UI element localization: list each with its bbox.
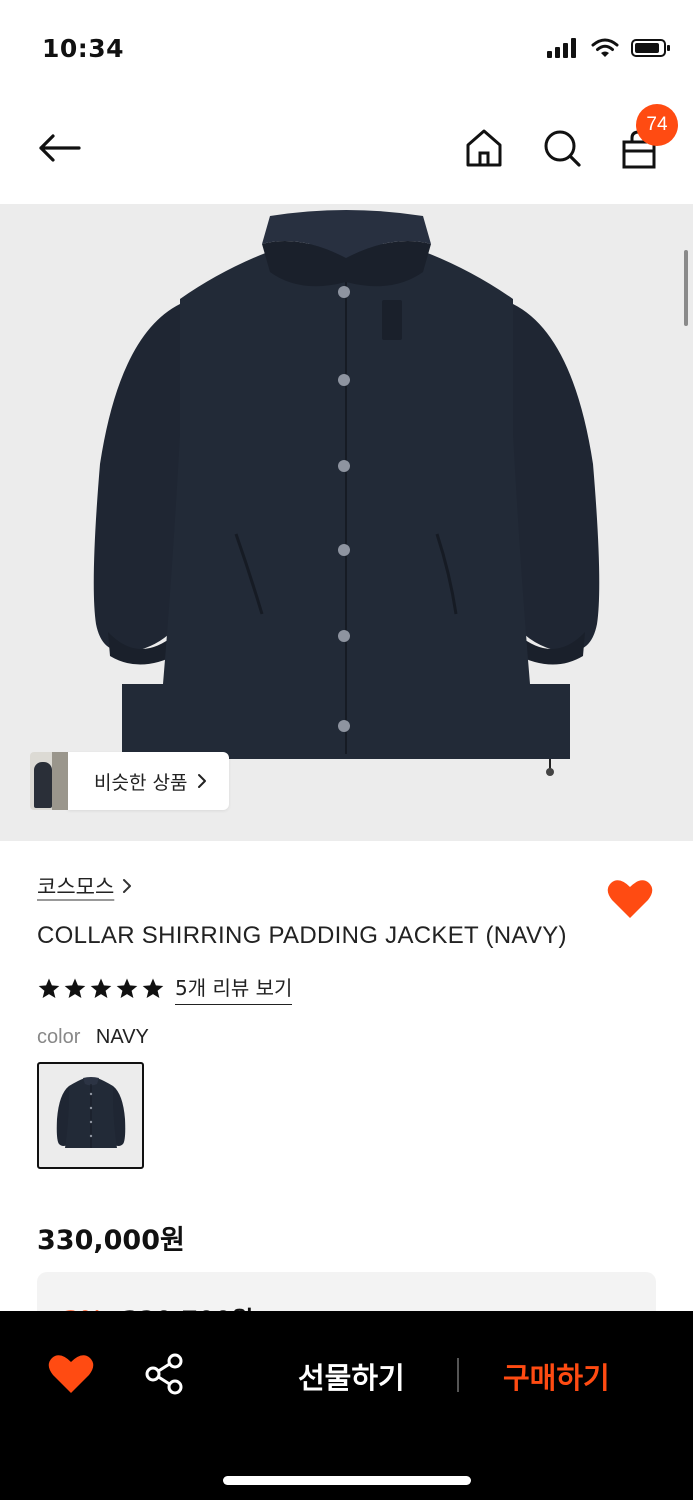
similar-product-thumbnail [30,752,68,810]
similar-products-label: 비슷한 상품 [94,771,188,794]
chevron-right-icon [123,879,132,893]
cart-count-badge: 74 [636,104,678,146]
heart-icon [48,1355,94,1393]
wishlist-button[interactable] [607,878,653,920]
star-icon [64,978,86,998]
product-image-carousel[interactable]: 비슷한 상품 [0,204,693,841]
product-jacket-image [93,210,600,776]
heart-icon [607,880,653,918]
star-icon [142,978,164,998]
gift-button[interactable]: 선물하기 [298,1355,405,1397]
home-indicator[interactable] [223,1476,471,1485]
similar-products-label-wrap: 비슷한 상품 [68,752,230,810]
status-bar: 10:34 [0,0,693,100]
arrow-left-icon [39,134,81,162]
status-icons [547,38,671,58]
rating-stars [37,977,165,1001]
brand-name: 코스모스 [37,875,115,899]
product-price: 330,000원 [37,1225,185,1256]
color-row: color NAVY [37,1026,149,1049]
status-time: 10:34 [42,34,125,63]
product-info: 코스모스 [37,868,657,904]
search-icon [544,130,581,167]
bottom-action-bar: 선물하기 구매하기 [0,1311,693,1500]
review-link[interactable]: 5개 리뷰 보기 [175,972,293,1005]
chevron-right-icon [198,774,207,788]
color-label: color [37,1026,81,1048]
star-icon [116,978,138,998]
rating-row: 5개 리뷰 보기 [37,972,293,1005]
share-button[interactable] [144,1353,186,1395]
bottom-divider [457,1358,459,1392]
home-button[interactable] [462,124,506,172]
search-button[interactable] [538,124,586,172]
color-value: NAVY [95,1026,149,1048]
buy-button[interactable]: 구매하기 [503,1355,610,1397]
home-icon [466,129,502,167]
bottom-wishlist-button[interactable] [48,1353,94,1395]
similar-products-button[interactable]: 비슷한 상품 [30,752,230,810]
battery-icon [631,39,670,57]
scroll-indicator [684,250,688,326]
star-icon [38,978,60,998]
share-icon [145,1353,183,1395]
product-title: COLLAR SHIRRING PADDING JACKET (NAVY) [37,922,567,949]
star-icon [90,978,112,998]
wifi-icon [591,38,619,57]
top-nav [0,100,693,204]
brand-link[interactable]: 코스모스 [37,868,657,904]
back-button[interactable] [34,126,84,170]
cellular-signal-icon [547,38,576,58]
swatch-jacket-image [56,1076,125,1148]
color-swatch-navy[interactable] [37,1062,144,1169]
